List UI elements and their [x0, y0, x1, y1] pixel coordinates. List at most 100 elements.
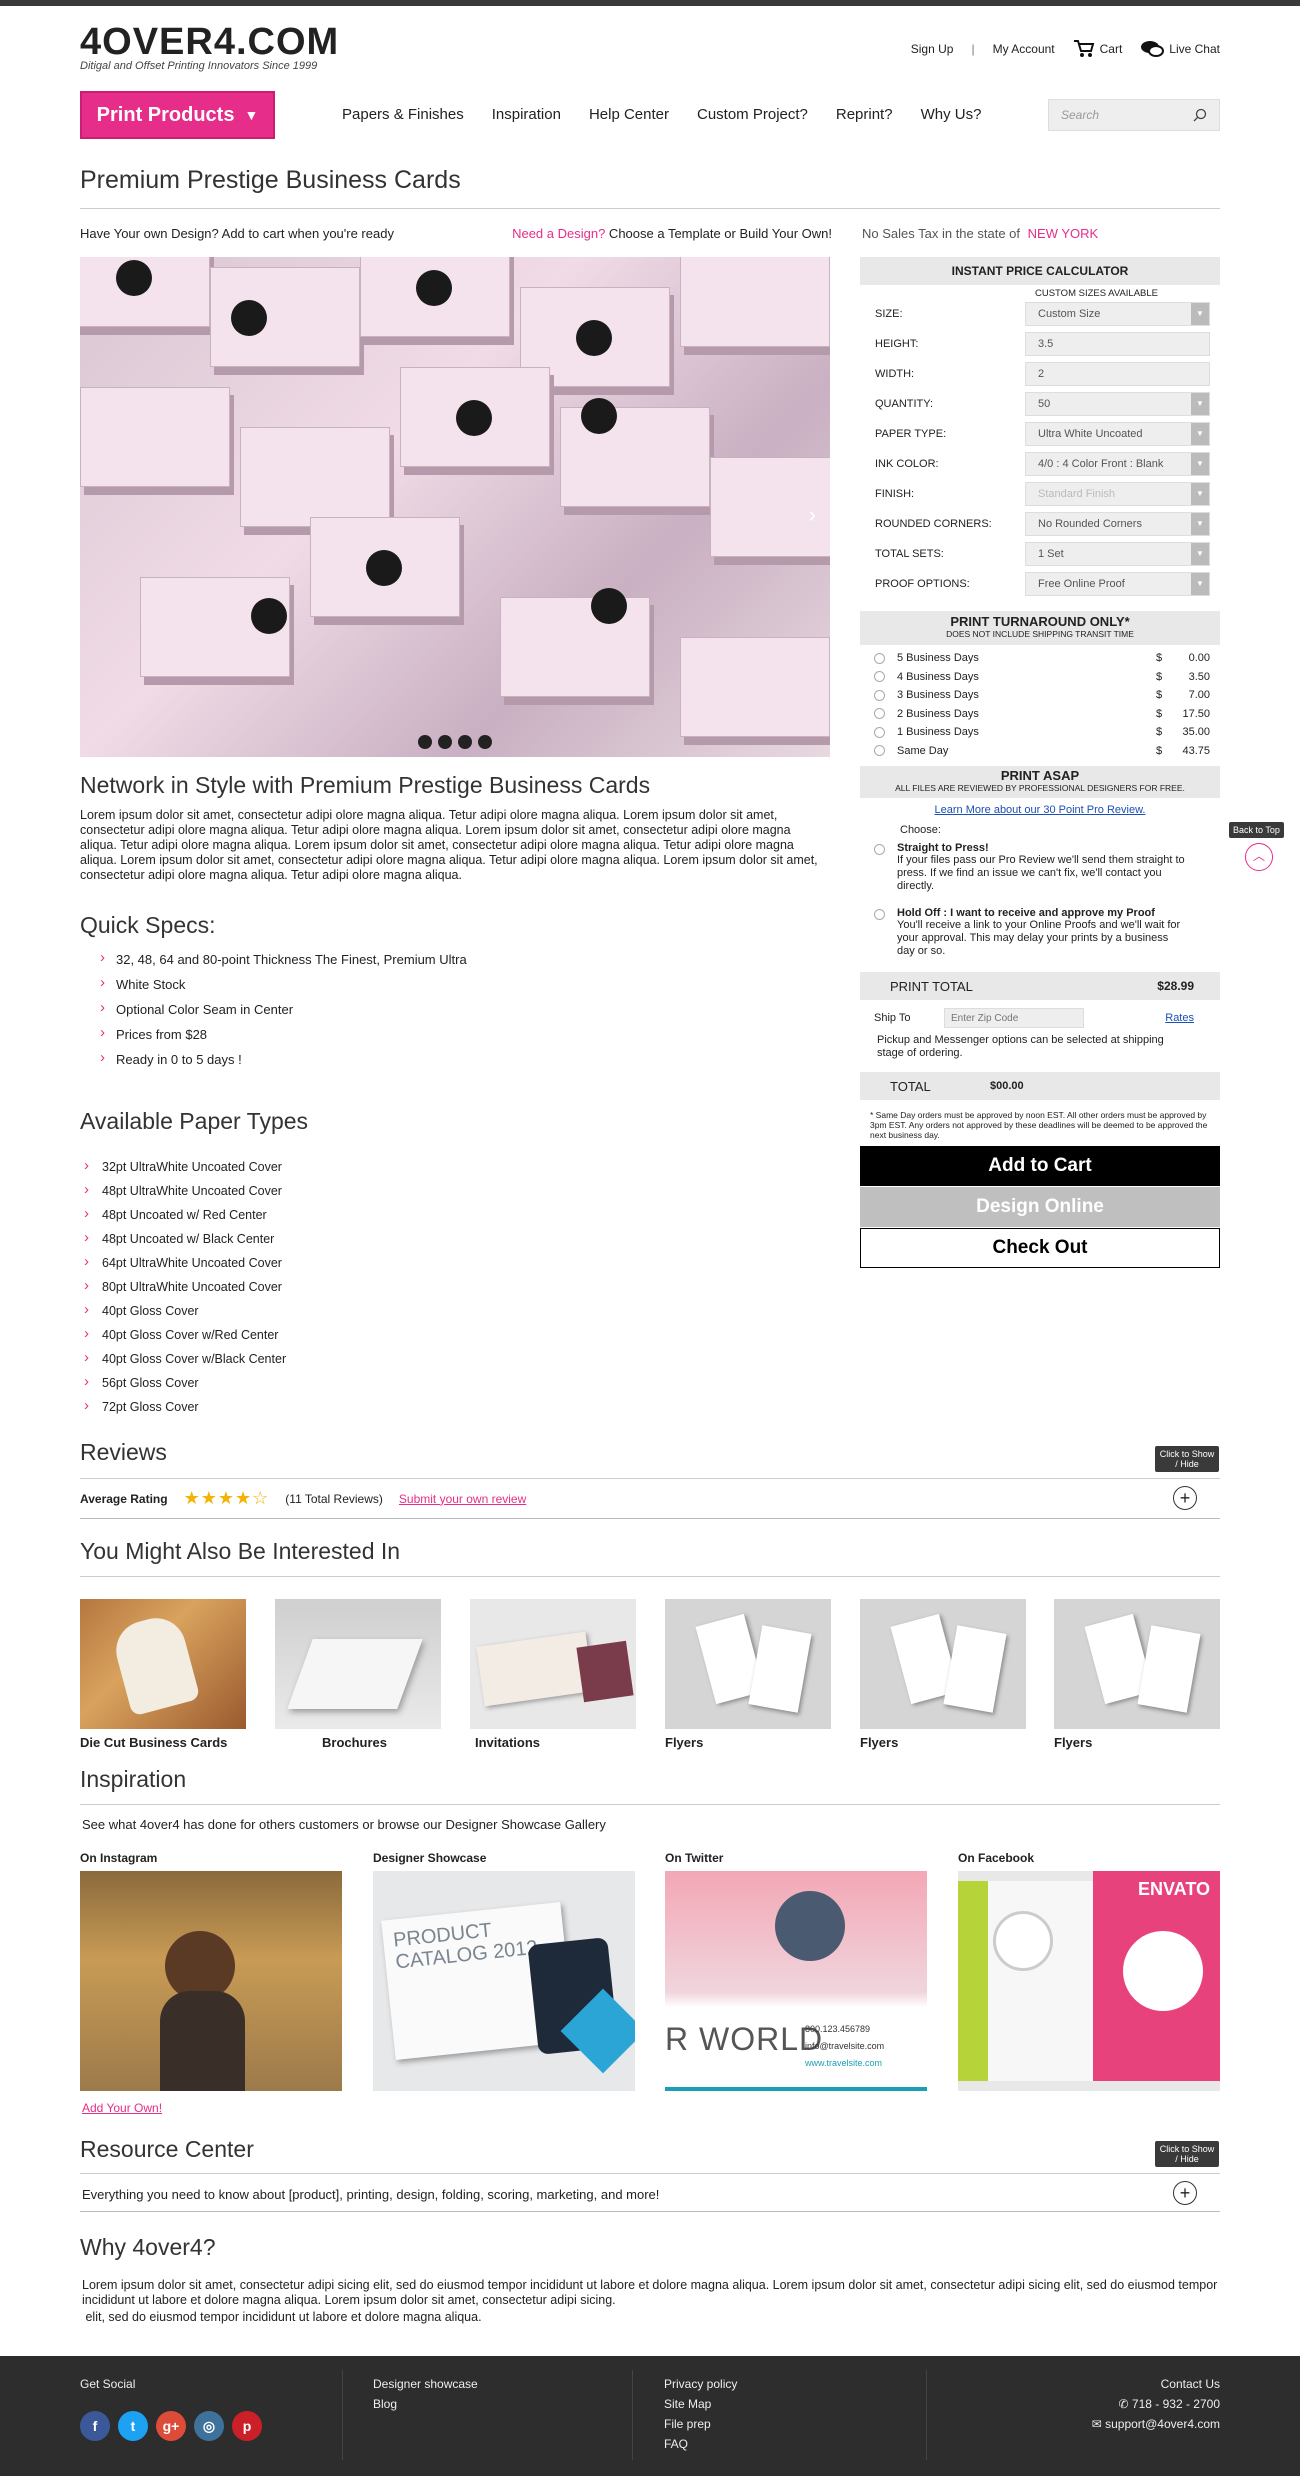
nav-papers[interactable]: Papers & Finishes: [342, 106, 464, 123]
calc-input[interactable]: 3.5: [1025, 332, 1210, 356]
turnaround-option[interactable]: 1 Business Days $35.00: [860, 723, 1220, 742]
design-online-button[interactable]: Design Online: [860, 1187, 1220, 1227]
account-link[interactable]: My Account: [993, 42, 1055, 56]
flyers-thumbnail[interactable]: [665, 1599, 831, 1729]
twitter-icon[interactable]: t: [118, 2411, 148, 2441]
interested-label[interactable]: Brochures: [322, 1735, 387, 1750]
calc-select[interactable]: 50 ▼: [1025, 392, 1210, 416]
facebook-icon[interactable]: f: [80, 2411, 110, 2441]
search-icon[interactable]: [1193, 108, 1207, 122]
tax-state: NEW YORK: [1027, 226, 1099, 241]
signup-link[interactable]: Sign Up: [911, 42, 954, 56]
carousel-dot[interactable]: [418, 735, 432, 749]
back-to-top-button[interactable]: ︿: [1245, 843, 1273, 871]
calc-select[interactable]: No Rounded Corners ▼: [1025, 512, 1210, 536]
calc-select[interactable]: Free Online Proof ▼: [1025, 572, 1210, 596]
radio-button[interactable]: [874, 844, 885, 855]
nav-custom-project[interactable]: Custom Project?: [697, 106, 808, 123]
turnaround-option[interactable]: 5 Business Days $0.00: [860, 649, 1220, 668]
radio-button[interactable]: [874, 708, 885, 720]
live-chat-link[interactable]: Live Chat: [1140, 40, 1220, 58]
calc-select[interactable]: Custom Size ▼: [1025, 302, 1210, 326]
logo[interactable]: 4OVER4.COM Ditigal and Offset Printing I…: [80, 22, 339, 72]
submit-review-link[interactable]: Submit your own review: [399, 1492, 526, 1506]
carousel-dot[interactable]: [438, 735, 452, 749]
radio-button[interactable]: [874, 652, 885, 664]
calc-field-value: Standard Finish: [1038, 488, 1116, 500]
calc-input[interactable]: 2: [1025, 362, 1210, 386]
rates-link[interactable]: Rates: [1165, 1012, 1194, 1024]
add-your-own-link[interactable]: Add Your Own!: [82, 2101, 162, 2115]
instagram-icon[interactable]: ◎: [194, 2411, 224, 2441]
interested-label[interactable]: Flyers: [1054, 1735, 1092, 1750]
calc-select[interactable]: Standard Finish ▼: [1025, 482, 1210, 506]
interested-label[interactable]: Flyers: [665, 1735, 703, 1750]
radio-button[interactable]: [874, 726, 885, 738]
turnaround-option[interactable]: Same Day $43.75: [860, 742, 1220, 761]
card-mockup: [310, 517, 460, 617]
flyers-thumbnail[interactable]: [1054, 1599, 1220, 1729]
chevron-down-icon[interactable]: ▼: [1191, 423, 1209, 445]
flyers-thumbnail[interactable]: [860, 1599, 1026, 1729]
cart-link[interactable]: Cart: [1073, 40, 1122, 58]
chevron-down-icon[interactable]: ▼: [1191, 393, 1209, 415]
facebook-image[interactable]: ENVATO: [958, 1871, 1220, 2091]
footer-link[interactable]: Blog: [373, 2394, 478, 2414]
need-design-link[interactable]: Need a Design?: [512, 226, 605, 241]
pinterest-icon[interactable]: p: [232, 2411, 262, 2441]
footer-link[interactable]: Designer showcase: [373, 2374, 478, 2394]
option-hold-off[interactable]: Hold Off : I want to receive and approve…: [860, 907, 1220, 958]
chevron-down-icon[interactable]: ▼: [1191, 483, 1209, 505]
print-products-button[interactable]: Print Products ▼: [80, 91, 275, 139]
add-to-cart-button[interactable]: Add to Cart: [860, 1146, 1220, 1186]
turnaround-option[interactable]: 4 Business Days $3.50: [860, 668, 1220, 687]
plus-icon[interactable]: +: [1173, 2181, 1197, 2205]
option-straight-to-press[interactable]: Straight to Press! If your files pass ou…: [860, 842, 1220, 893]
chevron-right-icon[interactable]: ›: [809, 502, 816, 528]
radio-button[interactable]: [874, 671, 885, 683]
carousel-dot[interactable]: [478, 735, 492, 749]
phone-text: 800.123.456789: [805, 2024, 871, 2034]
chevron-down-icon[interactable]: ▼: [1191, 453, 1209, 475]
list-item: White Stock: [100, 974, 467, 992]
search-input[interactable]: Search: [1048, 99, 1220, 131]
calc-select[interactable]: 1 Set ▼: [1025, 542, 1210, 566]
contact-email[interactable]: ✉ support@4over4.com: [1092, 2414, 1220, 2434]
interested-label[interactable]: Invitations: [475, 1735, 540, 1750]
radio-button[interactable]: [874, 689, 885, 701]
footer-link[interactable]: File prep: [664, 2414, 737, 2434]
die-cut-thumbnail[interactable]: [80, 1599, 246, 1729]
nav-help-center[interactable]: Help Center: [589, 106, 669, 123]
zip-code-input[interactable]: [944, 1008, 1084, 1028]
learn-more-link[interactable]: Learn More about our 30 Point Pro Review…: [860, 804, 1220, 816]
turnaround-option[interactable]: 2 Business Days $17.50: [860, 705, 1220, 724]
footer-link[interactable]: Site Map: [664, 2394, 737, 2414]
check-out-button[interactable]: Check Out: [860, 1228, 1220, 1268]
plus-icon[interactable]: +: [1173, 1486, 1197, 1510]
invitations-thumbnail[interactable]: [470, 1599, 636, 1729]
radio-button[interactable]: [874, 909, 885, 920]
chevron-down-icon[interactable]: ▼: [1191, 513, 1209, 535]
calc-select[interactable]: 4/0 : 4 Color Front : Blank ▼: [1025, 452, 1210, 476]
instagram-image[interactable]: [80, 1871, 342, 2091]
carousel-dot[interactable]: [458, 735, 472, 749]
product-image-carousel[interactable]: ›: [80, 257, 830, 757]
designer-showcase-image[interactable]: PRODUCT CATALOG 2012: [373, 1871, 635, 2091]
brochures-thumbnail[interactable]: [275, 1599, 441, 1729]
product-description: Lorem ipsum dolor sit amet, consectetur …: [80, 808, 818, 882]
google-plus-icon[interactable]: g+: [156, 2411, 186, 2441]
nav-why-us[interactable]: Why Us?: [921, 106, 982, 123]
interested-label[interactable]: Flyers: [860, 1735, 898, 1750]
interested-label[interactable]: Die Cut Business Cards: [80, 1735, 227, 1750]
calc-select[interactable]: Ultra White Uncoated ▼: [1025, 422, 1210, 446]
chevron-down-icon[interactable]: ▼: [1191, 303, 1209, 325]
twitter-image[interactable]: R WORLD 800.123.456789 info@travelsite.c…: [665, 1871, 927, 2091]
chevron-down-icon[interactable]: ▼: [1191, 573, 1209, 595]
turnaround-option[interactable]: 3 Business Days $7.00: [860, 686, 1220, 705]
chevron-down-icon[interactable]: ▼: [1191, 543, 1209, 565]
radio-button[interactable]: [874, 745, 885, 757]
footer-link[interactable]: FAQ: [664, 2434, 737, 2454]
nav-inspiration[interactable]: Inspiration: [492, 106, 561, 123]
nav-reprint[interactable]: Reprint?: [836, 106, 893, 123]
footer-link[interactable]: Privacy policy: [664, 2374, 737, 2394]
